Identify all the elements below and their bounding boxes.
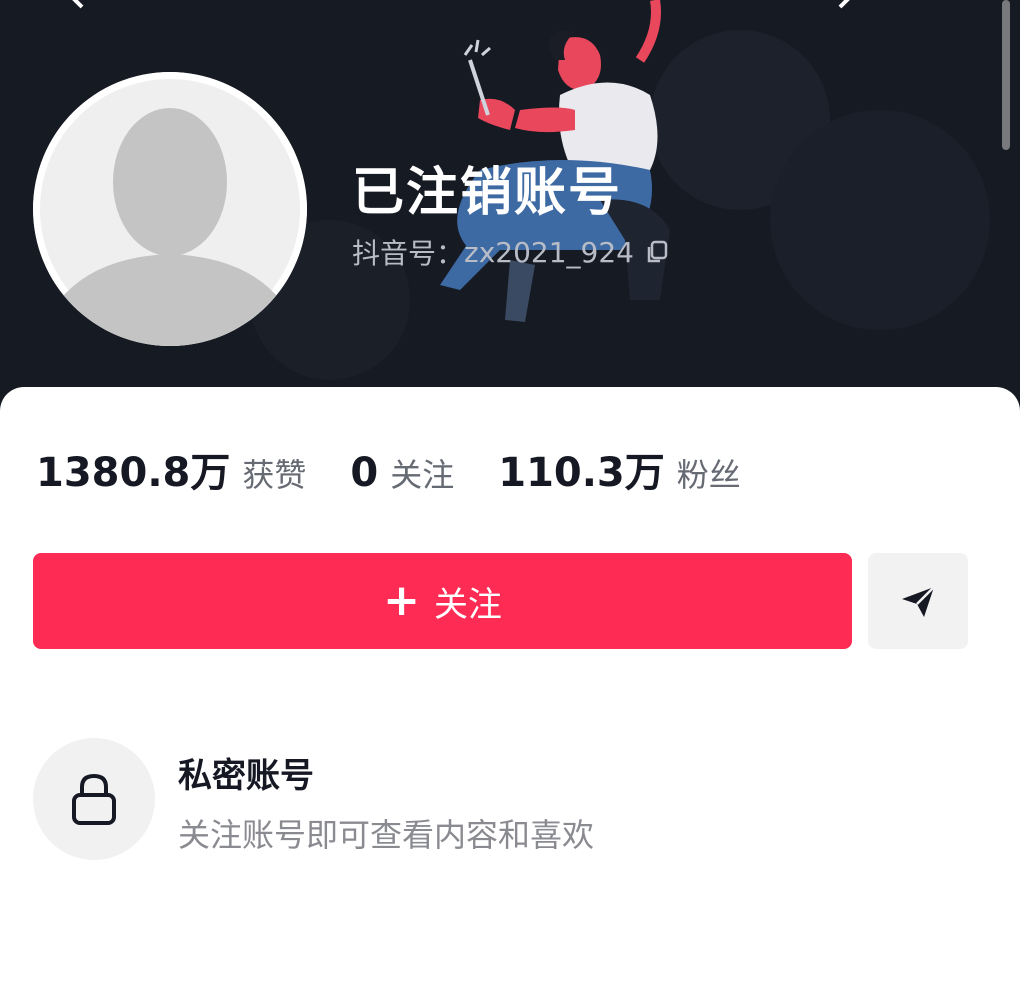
lock-icon — [72, 773, 116, 825]
copy-icon[interactable] — [644, 239, 670, 265]
profile-name: 已注销账号 — [352, 163, 623, 223]
private-account-title: 私密账号 — [178, 756, 314, 796]
uid-value: zx2021_924 — [464, 235, 634, 269]
likes-label: 获赞 — [242, 456, 307, 494]
follow-button[interactable]: + 关注 — [33, 553, 852, 649]
following-count: 0 — [350, 450, 379, 496]
send-message-button[interactable] — [868, 553, 968, 649]
send-icon — [902, 586, 935, 617]
uid-label: 抖音号： — [352, 237, 465, 270]
scrollbar[interactable] — [1002, 0, 1010, 150]
followers-count: 110.3万 — [498, 450, 665, 496]
private-account-description: 关注账号即可查看内容和喜欢 — [178, 816, 595, 854]
profile-stats: 1380.8万 获赞 0 关注 110.3万 粉丝 — [36, 440, 785, 498]
default-avatar-icon — [33, 72, 307, 346]
stat-likes[interactable]: 1380.8万 获赞 — [36, 440, 306, 498]
followers-label: 粉丝 — [676, 456, 741, 494]
lock-badge — [33, 738, 155, 860]
follow-button-label: 关注 — [433, 584, 502, 625]
profile-header-background: 已注销账号 抖音号： zx2021_924 — [0, 0, 1020, 420]
avatar[interactable] — [33, 72, 307, 346]
back-arrow-icon[interactable] — [62, 0, 92, 12]
following-label: 关注 — [390, 456, 455, 494]
more-arrow-icon[interactable] — [830, 0, 860, 12]
stat-following[interactable]: 0 关注 — [350, 450, 454, 496]
stat-followers[interactable]: 110.3万 粉丝 — [498, 440, 741, 498]
profile-uid[interactable]: 抖音号： zx2021_924 — [352, 232, 670, 272]
plus-icon: + — [383, 575, 420, 626]
likes-count: 1380.8万 — [36, 450, 231, 496]
